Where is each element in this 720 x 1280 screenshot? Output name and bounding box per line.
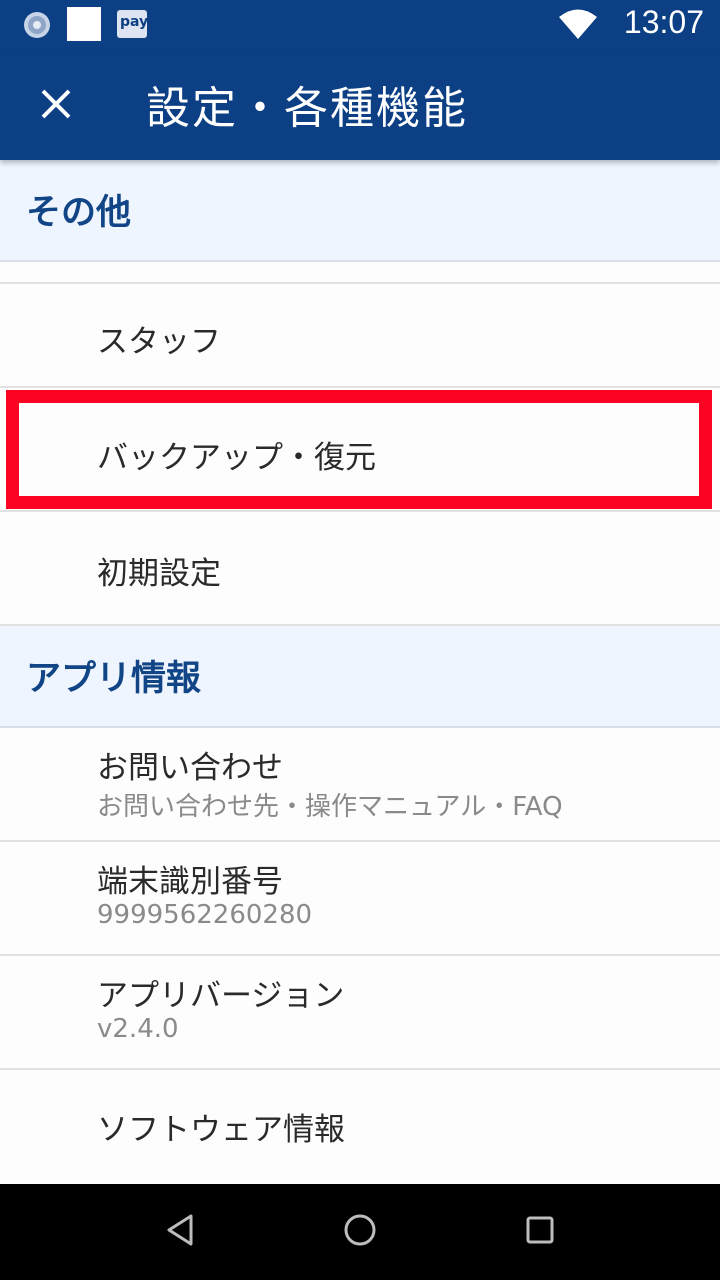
- list-item-label: 初期設定: [97, 556, 221, 592]
- loading-circle-icon: [22, 10, 52, 44]
- list-item-backup-restore[interactable]: バックアップ・復元: [0, 388, 720, 512]
- list-item-label: お問い合わせ: [97, 750, 283, 786]
- wifi-icon: [558, 8, 598, 44]
- status-bar: pay 13:07: [0, 0, 720, 50]
- settings-list[interactable]: その他 スタッフ バックアップ・復元 初期設定 アプリ情報 お問い合わせ お問い…: [0, 160, 720, 1184]
- home-circle-icon: [343, 1213, 377, 1251]
- list-item-label: 端末識別番号: [97, 864, 283, 900]
- back-button[interactable]: [150, 1202, 210, 1262]
- list-item-label: ソフトウェア情報: [97, 1112, 345, 1148]
- section-header-other: その他: [0, 160, 720, 262]
- page-title: 設定・各種機能: [146, 83, 468, 134]
- list-item-device-id[interactable]: 端末識別番号 9999562260280: [0, 842, 720, 956]
- list-item-label: スタッフ: [97, 324, 221, 360]
- section-spacer: [0, 262, 720, 284]
- back-triangle-icon: [165, 1213, 195, 1251]
- list-item-app-version[interactable]: アプリバージョン v2.4.0: [0, 956, 720, 1070]
- section-title-app-info: アプリ情報: [26, 659, 202, 699]
- list-item-label: バックアップ・復元: [97, 440, 376, 476]
- list-item-label: アプリバージョン: [97, 978, 345, 1014]
- status-time: 13:07: [623, 4, 704, 40]
- list-item-subtext: 9999562260280: [97, 900, 313, 930]
- pay-app-icon: pay: [117, 10, 149, 42]
- pay-icon-text: pay: [120, 14, 149, 30]
- close-button[interactable]: [24, 74, 88, 138]
- navigation-bar: [0, 1184, 720, 1280]
- recents-button[interactable]: [510, 1202, 570, 1262]
- list-item-software-info[interactable]: ソフトウェア情報: [0, 1070, 720, 1184]
- list-item-subtext: v2.4.0: [97, 1014, 179, 1044]
- list-item-contact[interactable]: お問い合わせ お問い合わせ先・操作マニュアル・FAQ: [0, 728, 720, 842]
- list-item-staff[interactable]: スタッフ: [0, 284, 720, 388]
- close-icon: [40, 88, 72, 124]
- app-bar: 設定・各種機能: [0, 50, 720, 160]
- list-item-initial-settings[interactable]: 初期設定: [0, 512, 720, 626]
- home-button[interactable]: [330, 1202, 390, 1262]
- section-header-app-info: アプリ情報: [0, 626, 720, 728]
- white-square-icon: [67, 7, 101, 45]
- recents-square-icon: [525, 1215, 555, 1249]
- list-item-subtext: お問い合わせ先・操作マニュアル・FAQ: [97, 792, 563, 822]
- section-title-other: その他: [26, 193, 132, 233]
